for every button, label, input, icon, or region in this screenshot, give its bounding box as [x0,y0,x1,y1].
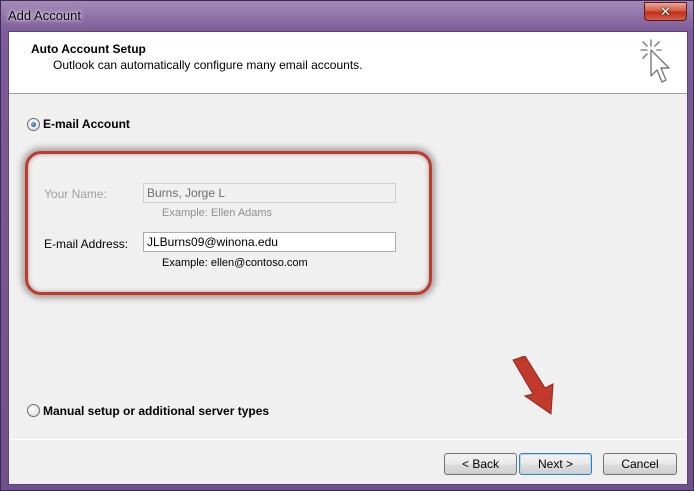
email-account-radio[interactable] [27,118,40,131]
email-address-field[interactable]: JLBurns09@winona.edu [143,232,396,252]
close-icon: ✕ [660,4,671,19]
email-address-label: E-mail Address: [44,237,129,251]
cancel-button[interactable]: Cancel [603,453,677,475]
dialog-body: Auto Account Setup Outlook can automatic… [8,31,688,485]
window-title: Add Account [8,8,81,23]
title-bar[interactable]: Add Account ✕ [1,1,693,31]
manual-setup-radio[interactable] [27,404,40,417]
email-address-example: Example: ellen@contoso.com [162,257,308,269]
annotation-highlight [25,151,432,295]
your-name-example: Example: Ellen Adams [162,207,273,219]
footer-divider [9,439,687,440]
your-name-field[interactable]: Burns, Jorge L [143,183,396,203]
back-button[interactable]: < Back [444,453,517,475]
your-name-label: Your Name: [44,187,107,201]
close-button[interactable]: ✕ [644,2,687,21]
annotation-arrow-icon [512,356,554,415]
header-subtitle: Outlook can automatically configure many… [53,58,363,72]
cursor-click-icon [640,39,670,83]
manual-setup-label[interactable]: Manual setup or additional server types [43,404,269,418]
header-panel: Auto Account Setup Outlook can automatic… [9,32,687,94]
add-account-window: Add Account ✕ Auto Account Setup Outlook… [0,0,694,491]
email-account-label[interactable]: E-mail Account [43,117,130,131]
next-button[interactable]: Next > [519,453,592,475]
header-title: Auto Account Setup [31,42,146,56]
